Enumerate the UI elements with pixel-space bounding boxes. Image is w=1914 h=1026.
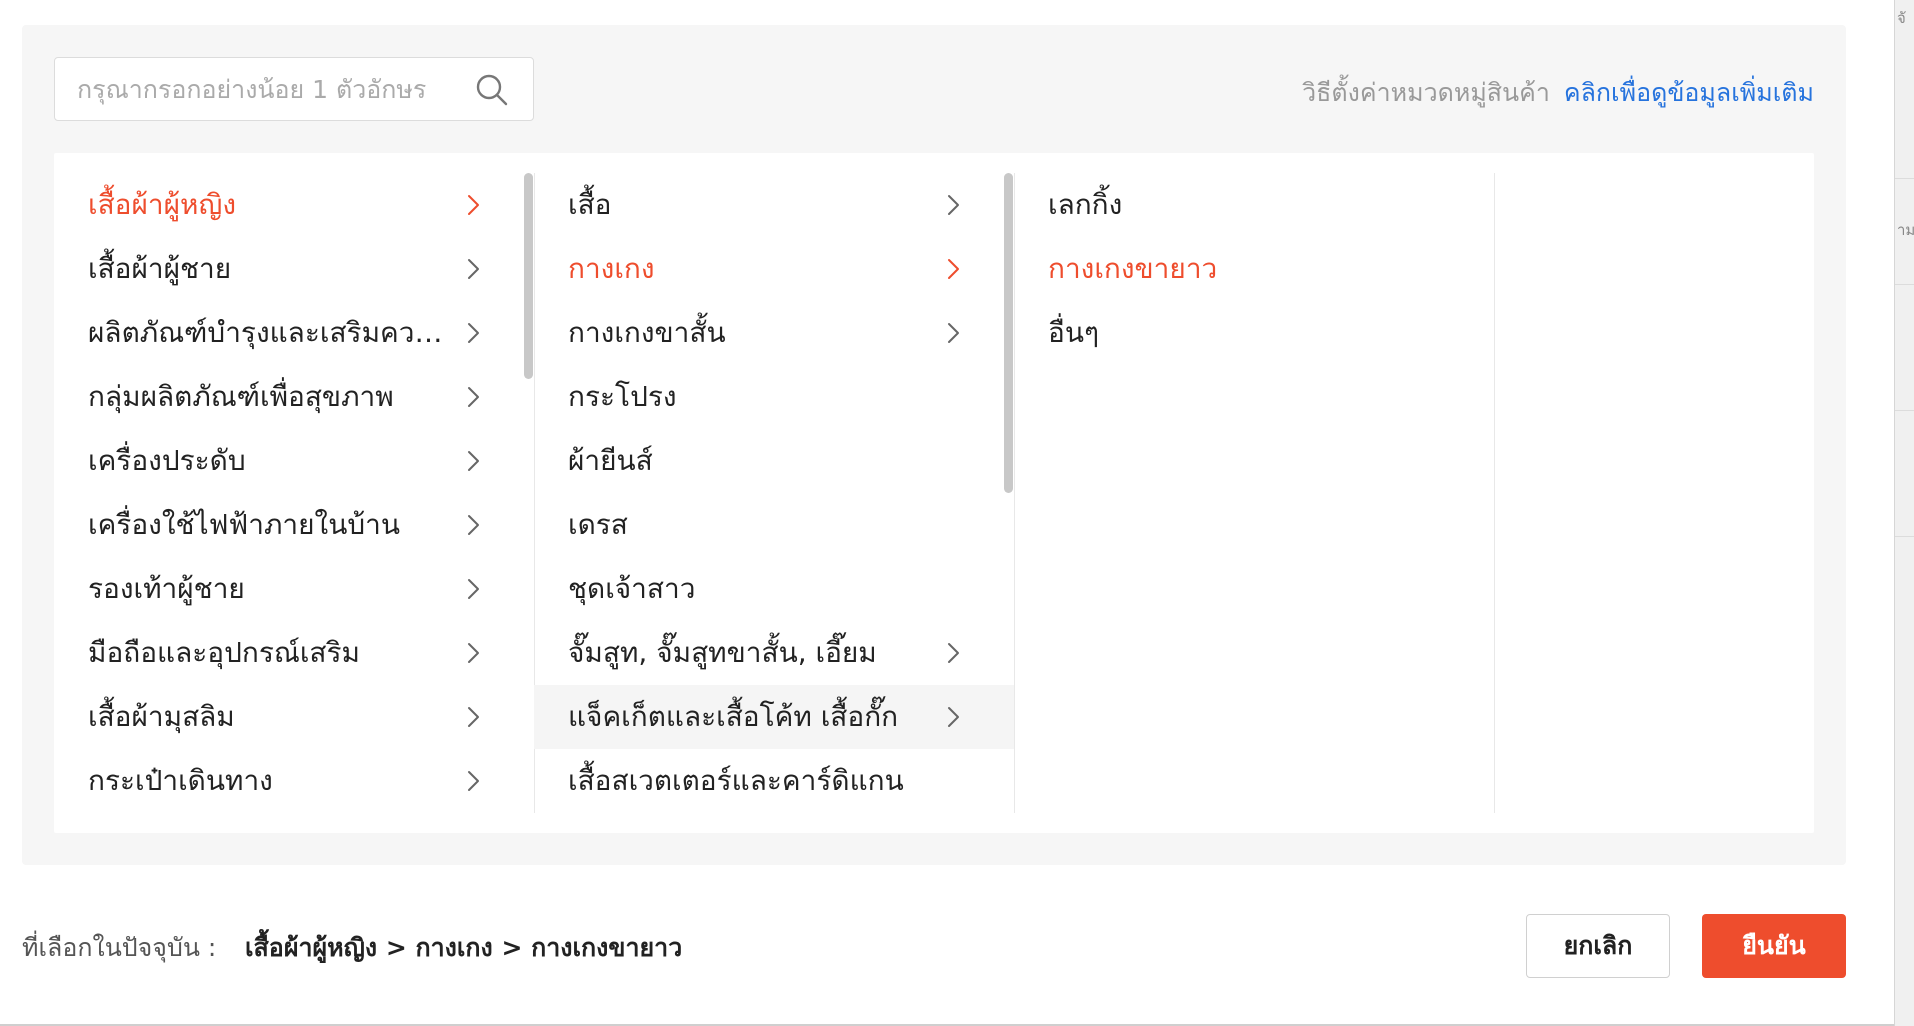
category-panel: วิธีตั้งค่าหมวดหมู่สินค้า คลิกเพื่อดูข้อ…: [22, 25, 1846, 865]
category-item-label: กางเกง: [568, 252, 655, 285]
background-text-fragment: จั: [1897, 9, 1906, 27]
category-item-label: รองเท้าผู้ชาย: [88, 572, 245, 605]
category-item-label: เสื้อผ้าผู้หญิง: [88, 188, 236, 221]
category-item[interactable]: เครื่องประดับ: [54, 429, 534, 493]
category-item-label: กางเกงขาสั้น: [568, 316, 726, 349]
category-item[interactable]: เสื้อผ้าผู้ชาย: [54, 237, 534, 301]
category-item[interactable]: มือถือและอุปกรณ์เสริม: [54, 621, 534, 685]
category-column-1: เสื้อผ้าผู้หญิงเสื้อผ้าผู้ชายผลิตภัณฑ์บำ…: [54, 173, 534, 813]
category-item-label: กระเป๋าเดินทาง: [88, 764, 273, 797]
category-item-label: เลกกิ้ง: [1048, 188, 1123, 221]
cancel-button[interactable]: ยกเลิก: [1526, 914, 1670, 978]
chevron-right-icon: [468, 707, 479, 727]
help-text: วิธีตั้งค่าหมวดหมู่สินค้า: [1302, 78, 1550, 107]
category-item[interactable]: ผลิตภัณฑ์บำรุงและเสริมความ...: [54, 301, 534, 365]
category-item[interactable]: เสื้อสเวตเตอร์และคาร์ดิแกน: [534, 749, 1014, 813]
category-item[interactable]: เสื้อ: [534, 173, 1014, 237]
category-item-label: กระโปรง: [568, 380, 677, 413]
search-input[interactable]: [77, 58, 467, 120]
column-2-scrollbar[interactable]: [1004, 173, 1013, 493]
search-icon[interactable]: [474, 72, 510, 108]
chevron-right-icon: [948, 707, 959, 727]
chevron-right-icon: [468, 515, 479, 535]
category-item-label: กลุ่มผลิตภัณฑ์เพื่อสุขภาพ: [88, 380, 394, 413]
category-item[interactable]: เครื่องใช้ไฟฟ้าภายในบ้าน: [54, 493, 534, 557]
category-item-label: ผ้ายีนส์: [568, 444, 653, 477]
selected-path-label: ที่เลือกในปัจจุบัน :: [22, 933, 217, 962]
chevron-right-icon: [948, 323, 959, 343]
category-item[interactable]: รองเท้าผู้ชาย: [54, 557, 534, 621]
category-item[interactable]: กลุ่มผลิตภัณฑ์เพื่อสุขภาพ: [54, 365, 534, 429]
category-item[interactable]: กระโปรง: [534, 365, 1014, 429]
category-item-label: เครื่องประดับ: [88, 444, 246, 477]
help-area: วิธีตั้งค่าหมวดหมู่สินค้า คลิกเพื่อดูข้อ…: [1302, 73, 1814, 113]
category-item[interactable]: ชุดเจ้าสาว: [534, 557, 1014, 621]
category-column-2: เสื้อกางเกงกางเกงขาสั้นกระโปรงผ้ายีนส์เด…: [534, 173, 1014, 813]
chevron-right-icon: [948, 643, 959, 663]
category-item-label: มือถือและอุปกรณ์เสริม: [88, 636, 361, 669]
category-item[interactable]: กางเกงขายาว: [1014, 237, 1494, 301]
chevron-right-icon: [948, 195, 959, 215]
chevron-right-icon: [468, 579, 479, 599]
category-item-label: เครื่องใช้ไฟฟ้าภายในบ้าน: [88, 508, 400, 541]
category-item[interactable]: เสื้อผ้ามุสลิม: [54, 685, 534, 749]
category-item[interactable]: จั๊มสูท, จั๊มสูทขาสั้น, เอี๊ยม: [534, 621, 1014, 685]
chevron-right-icon: [948, 259, 959, 279]
category-item[interactable]: ผ้ายีนส์: [534, 429, 1014, 493]
learn-more-link[interactable]: คลิกเพื่อดูข้อมูลเพิ่มเติม: [1564, 78, 1814, 107]
category-item-label: เสื้อผ้ามุสลิม: [88, 700, 235, 733]
background-page-edge: จั าม: [1894, 0, 1914, 1026]
category-item[interactable]: กางเกง: [534, 237, 1014, 301]
chevron-right-icon: [468, 451, 479, 471]
chevron-right-icon: [468, 771, 479, 791]
category-columns: เสื้อผ้าผู้หญิงเสื้อผ้าผู้ชายผลิตภัณฑ์บำ…: [54, 153, 1814, 833]
confirm-button[interactable]: ยืนยัน: [1702, 914, 1846, 978]
category-item[interactable]: อื่นๆ: [1014, 301, 1494, 365]
category-item-label: กางเกงขายาว: [1048, 252, 1218, 285]
search-box[interactable]: [54, 57, 534, 121]
chevron-right-icon: [468, 387, 479, 407]
chevron-right-icon: [468, 259, 479, 279]
category-column-4: [1494, 173, 1814, 813]
category-item-label: เสื้อผ้าผู้ชาย: [88, 252, 232, 285]
background-text-fragment: าม: [1897, 221, 1914, 239]
category-item-label: แจ็คเก็ตและเสื้อโค้ท เสื้อกั๊ก: [568, 700, 899, 733]
category-item[interactable]: กระเป๋าเดินทาง: [54, 749, 534, 813]
category-column-3: เลกกิ้งกางเกงขายาวอื่นๆ: [1014, 173, 1494, 813]
category-item-label: ผลิตภัณฑ์บำรุงและเสริมความ...: [88, 316, 458, 349]
column-1-scrollbar[interactable]: [524, 173, 533, 379]
category-item-label: เสื้อสเวตเตอร์และคาร์ดิแกน: [568, 764, 904, 797]
chevron-right-icon: [468, 643, 479, 663]
category-item[interactable]: เดรส: [534, 493, 1014, 557]
category-item-label: อื่นๆ: [1048, 316, 1099, 349]
chevron-right-icon: [468, 195, 479, 215]
chevron-right-icon: [468, 323, 479, 343]
category-item[interactable]: เสื้อผ้าผู้หญิง: [54, 173, 534, 237]
category-item[interactable]: แจ็คเก็ตและเสื้อโค้ท เสื้อกั๊ก: [534, 685, 1014, 749]
category-item-label: ชุดเจ้าสาว: [568, 572, 696, 605]
category-item[interactable]: เลกกิ้ง: [1014, 173, 1494, 237]
selected-path: เสื้อผ้าผู้หญิง > กางเกง > กางเกงขายาว: [245, 933, 683, 962]
category-item[interactable]: กางเกงขาสั้น: [534, 301, 1014, 365]
category-item-label: เดรส: [568, 508, 628, 541]
category-item-label: เสื้อ: [568, 188, 612, 221]
category-item-label: จั๊มสูท, จั๊มสูทขาสั้น, เอี๊ยม: [568, 636, 877, 669]
